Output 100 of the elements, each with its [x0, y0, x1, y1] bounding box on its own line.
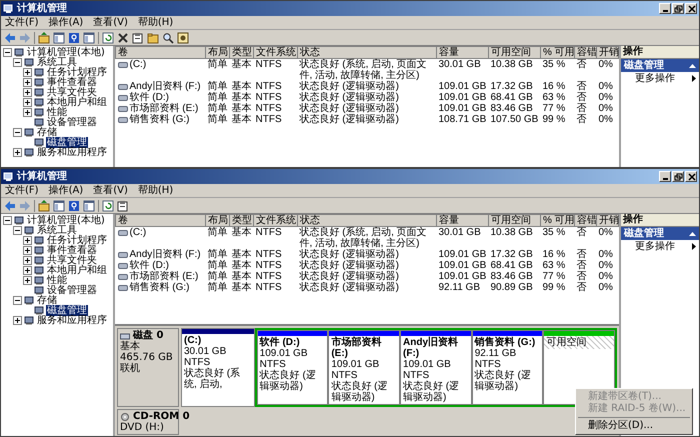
column-header[interactable]: 可用空间	[488, 46, 540, 58]
refresh-icon[interactable]	[102, 200, 114, 212]
tree-item[interactable]: 共享文件夹	[46, 254, 98, 266]
tree-item[interactable]: 事件查看器	[46, 76, 98, 88]
column-header[interactable]: 文件系统	[254, 46, 298, 58]
tree-item[interactable]: 磁盘管理	[46, 304, 88, 316]
tree-item[interactable]: 本地用户和组	[46, 264, 108, 276]
column-header[interactable]: 卷	[116, 46, 206, 58]
minimize-button[interactable]	[659, 3, 671, 14]
column-header[interactable]: % 可用	[540, 46, 574, 58]
column-header[interactable]: 状态	[298, 214, 436, 226]
expand-icon[interactable]	[13, 316, 22, 324]
menu-item[interactable]: 查看(V)	[93, 17, 128, 28]
expand-icon[interactable]	[23, 108, 32, 116]
menu-item[interactable]: 查看(V)	[93, 185, 128, 196]
collapse-icon[interactable]	[13, 296, 22, 304]
column-header[interactable]: 类型	[230, 46, 254, 58]
column-header[interactable]: 可用空间	[488, 214, 540, 226]
column-header[interactable]: 容错	[574, 46, 596, 58]
expand-icon[interactable]	[23, 236, 32, 244]
folder-icon[interactable]	[147, 32, 159, 44]
restore-button[interactable]	[672, 171, 684, 182]
collapse-icon[interactable]	[13, 58, 22, 66]
column-header[interactable]: 文件系统	[254, 214, 298, 226]
magnifier-icon[interactable]	[162, 32, 174, 44]
column-header[interactable]: 开销	[596, 46, 618, 58]
close-button[interactable]	[685, 171, 697, 182]
properties-icon[interactable]	[132, 32, 144, 44]
tree-item[interactable]: 存储	[36, 126, 58, 138]
column-header[interactable]: 卷	[116, 214, 206, 226]
collapse-icon[interactable]	[3, 48, 12, 56]
column-header[interactable]: % 可用	[540, 214, 574, 226]
column-header[interactable]: 布局	[206, 46, 230, 58]
expand-icon[interactable]	[23, 256, 32, 264]
tree-item[interactable]: 设备管理器	[46, 284, 98, 296]
table-cell-text: 63 %	[542, 260, 566, 271]
column-header[interactable]: 类型	[230, 214, 254, 226]
tree-item[interactable]: 服务和应用程序	[36, 314, 108, 326]
properties-icon[interactable]	[117, 200, 129, 212]
tree-item[interactable]: 事件查看器	[46, 244, 98, 256]
actions-section[interactable]: 磁盘管理	[621, 59, 699, 72]
back-arrow-icon[interactable]	[4, 200, 16, 212]
tree-item[interactable]: 计算机管理(本地)	[26, 214, 106, 226]
tree-item[interactable]: 性能	[46, 274, 68, 286]
table-cell: 状态良好 (系统, 启动, 页面文件, 活动, 故障转储, 主分区)	[298, 58, 436, 81]
delete-icon[interactable]	[117, 32, 129, 44]
column-header[interactable]: 状态	[298, 46, 436, 58]
restore-button[interactable]	[672, 3, 684, 14]
menu-item[interactable]: 文件(F)	[5, 17, 39, 28]
expand-icon[interactable]	[13, 148, 22, 156]
tree-item[interactable]: 磁盘管理	[46, 136, 88, 148]
menu-item[interactable]: 帮助(H)	[138, 17, 174, 28]
tree-item[interactable]: 任务计划程序	[46, 66, 108, 78]
folder-up-icon[interactable]	[38, 200, 50, 212]
window-pane-icon[interactable]	[53, 200, 65, 212]
expand-icon[interactable]	[23, 246, 32, 254]
column-header[interactable]: 容量	[436, 214, 488, 226]
tree-item[interactable]: 服务和应用程序	[36, 146, 108, 158]
action-link[interactable]: 更多操作	[635, 73, 675, 84]
window-pane-icon[interactable]	[83, 32, 95, 44]
tree-item[interactable]: 本地用户和组	[46, 96, 108, 108]
expand-icon[interactable]	[23, 68, 32, 76]
collapse-icon[interactable]	[3, 216, 12, 224]
menu-item[interactable]: 文件(F)	[5, 185, 39, 196]
expand-icon[interactable]	[23, 266, 32, 274]
expand-icon[interactable]	[23, 78, 32, 86]
tree-item[interactable]: 存储	[36, 294, 58, 306]
tree-item[interactable]: 计算机管理(本地)	[26, 46, 106, 58]
menu-item[interactable]: 帮助(H)	[138, 185, 174, 196]
tree-item[interactable]: 任务计划程序	[46, 234, 108, 246]
minimize-button[interactable]	[659, 171, 671, 182]
table-cell-text: 0%	[598, 249, 614, 260]
collapse-icon[interactable]	[13, 128, 22, 136]
actions-section[interactable]: 磁盘管理	[621, 227, 699, 240]
tree-item[interactable]: 系统工具	[36, 56, 78, 68]
column-header[interactable]: 开销	[596, 214, 618, 226]
table-cell: 10.38 GB	[488, 58, 540, 81]
window-pane-icon[interactable]	[53, 32, 65, 44]
window-pane-icon[interactable]	[83, 200, 95, 212]
refresh-icon[interactable]	[102, 32, 114, 44]
back-arrow-icon[interactable]	[4, 32, 16, 44]
tree-item[interactable]: 共享文件夹	[46, 86, 98, 98]
column-header[interactable]: 布局	[206, 214, 230, 226]
tree-item[interactable]: 设备管理器	[46, 116, 98, 128]
close-button[interactable]	[685, 3, 697, 14]
table-cell-text: 基本	[230, 92, 252, 103]
tree-item[interactable]: 性能	[46, 106, 68, 118]
folder-up-icon[interactable]	[38, 32, 50, 44]
expand-icon[interactable]	[23, 276, 32, 284]
menu-item[interactable]: 操作(A)	[48, 17, 84, 28]
column-header[interactable]: 容错	[574, 214, 596, 226]
column-header[interactable]: 容量	[436, 46, 488, 58]
tree-item[interactable]: 系统工具	[36, 224, 78, 236]
context-menu-item[interactable]: 删除分区(D)...	[576, 420, 692, 432]
table-cell-text: 63 %	[542, 92, 566, 103]
action-link[interactable]: 更多操作	[635, 241, 675, 252]
collapse-icon[interactable]	[13, 226, 22, 234]
menu-item[interactable]: 操作(A)	[48, 185, 84, 196]
expand-icon[interactable]	[23, 88, 32, 96]
expand-icon[interactable]	[23, 98, 32, 106]
